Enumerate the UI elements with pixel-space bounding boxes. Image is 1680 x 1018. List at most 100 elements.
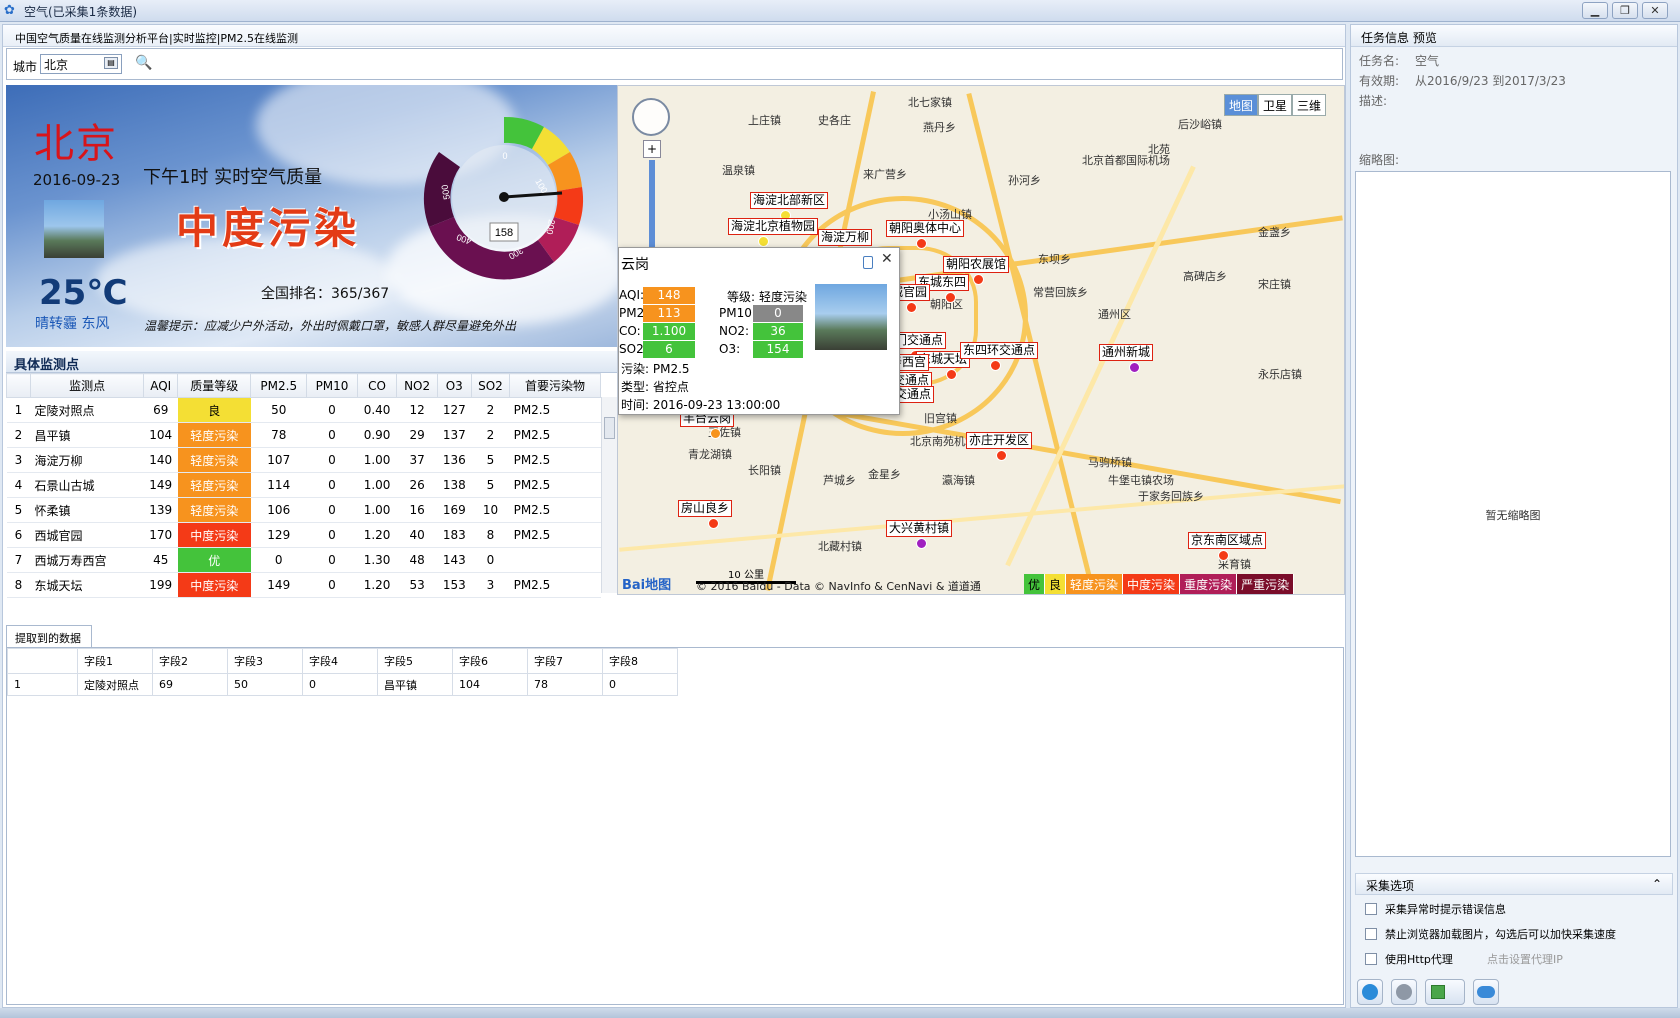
grid-cell[interactable]: 昌平镇 (377, 673, 453, 696)
station-label[interactable]: 朝阳农展馆 (943, 256, 1010, 273)
export-button[interactable] (1425, 979, 1465, 1005)
grid-column-header[interactable]: 字段2 (152, 648, 228, 674)
tab-extracted-data[interactable]: 提取到的数据 (6, 625, 92, 647)
station-marker[interactable] (946, 369, 957, 380)
grid-column-header[interactable]: 字段7 (527, 648, 603, 674)
app-icon: ✿ (4, 3, 15, 18)
minimize-button[interactable]: ▁ (1582, 2, 1608, 19)
grid-cell[interactable]: 0 (602, 673, 678, 696)
column-header[interactable] (6, 373, 31, 398)
city-picker-icon[interactable]: ▤ (104, 57, 118, 69)
column-header[interactable]: 监测点 (29, 373, 145, 398)
checkbox[interactable] (1365, 953, 1377, 965)
station-label[interactable]: 亦庄开发区 (966, 432, 1033, 449)
grid-column-header[interactable]: 字段1 (77, 648, 153, 674)
grid-cell[interactable]: 104 (452, 673, 528, 696)
station-marker[interactable] (1129, 362, 1140, 373)
station-marker[interactable] (990, 360, 1001, 371)
station-marker[interactable] (996, 450, 1007, 461)
baidu-map[interactable]: 北七家镇 温泉镇 上庄镇 史各庄 燕丹乡 北京首都国际机场 来广营乡 孙河乡 小汤山镇 北苑 金盏乡… (617, 85, 1345, 595)
cloud-upload-button[interactable] (1473, 979, 1499, 1005)
temperature: 25℃ (39, 273, 128, 313)
map-type-satellite[interactable]: 卫星 (1258, 94, 1293, 116)
station-label[interactable]: 房山良乡 (678, 500, 733, 517)
station-marker[interactable] (945, 292, 956, 303)
grid-cell[interactable]: 50 (227, 673, 303, 696)
cell-level: 中度污染 (177, 522, 251, 548)
table-row[interactable]: 6 西城官园 170 中度污染 129 0 1.20 40 183 8 PM2.5 (6, 522, 601, 548)
proxy-settings-link[interactable]: 点击设置代理IP (1487, 951, 1563, 967)
stop-button[interactable] (1391, 979, 1417, 1005)
table-row[interactable]: 7 西城万寿西宫 45 优 0 0 1.30 48 143 0 (6, 547, 601, 573)
station-marker[interactable] (708, 518, 719, 529)
station-label[interactable]: 通州新城 (1099, 344, 1154, 361)
station-label[interactable]: 海淀北部新区 (750, 192, 829, 209)
station-marker[interactable] (710, 428, 721, 439)
map-place-name: 燕丹乡 (923, 121, 956, 134)
collapse-icon[interactable]: ⌃ (1652, 877, 1662, 891)
table-row[interactable]: 8 东城天坛 199 中度污染 149 0 1.20 53 153 3 PM2.5 (6, 572, 601, 598)
station-marker[interactable] (973, 274, 984, 285)
column-header[interactable]: 首要污染物 (509, 373, 601, 398)
breadcrumb: 中国空气质量在线监测分析平台|实时监控|PM2.5在线监测 (3, 25, 1345, 47)
table-row[interactable]: 2 昌平镇 104 轻度污染 78 0 0.90 29 137 2 PM2.5 (6, 422, 601, 448)
grid-cell[interactable]: 78 (527, 673, 603, 696)
stations-scrollbar[interactable] (601, 397, 617, 593)
options-header[interactable]: 采集选项 ⌃ (1355, 873, 1673, 895)
option-http-proxy[interactable]: 使用Http代理 (1365, 951, 1453, 967)
column-header[interactable]: PM10 (306, 373, 358, 398)
station-label[interactable]: 海淀北京植物园 (728, 218, 819, 235)
grid-row[interactable]: 1 定陵对照点 69 50 0 昌平镇 104 78 0 (7, 673, 678, 696)
checkbox[interactable] (1365, 903, 1377, 915)
station-label[interactable]: 朝阳奥体中心 (886, 220, 965, 237)
station-marker[interactable] (916, 238, 927, 249)
zoom-slider[interactable] (649, 160, 655, 258)
restore-button[interactable]: ❐ (1612, 2, 1638, 19)
grid-cell[interactable]: 0 (302, 673, 378, 696)
station-label[interactable]: 京东南区域点 (1188, 532, 1267, 549)
search-icon[interactable]: 🔍 (135, 55, 152, 71)
table-row[interactable]: 4 石景山古城 149 轻度污染 114 0 1.00 26 138 5 PM2.5 (6, 472, 601, 498)
station-label[interactable]: 东四环交通点 (960, 342, 1039, 359)
popup-close-button[interactable]: ✕ (881, 251, 893, 267)
station-marker[interactable] (916, 538, 927, 549)
option-error-prompt[interactable]: 采集异常时提示错误信息 (1365, 901, 1506, 917)
grid-cell[interactable]: 69 (152, 673, 228, 696)
table-row[interactable]: 1 定陵对照点 69 良 50 0 0.40 12 127 2 PM2.5 (6, 397, 601, 423)
phone-icon[interactable] (863, 256, 873, 269)
station-label[interactable]: 海淀万柳 (818, 229, 873, 246)
column-header[interactable]: 质量等级 (177, 373, 252, 398)
column-header[interactable]: CO (356, 373, 398, 398)
column-header[interactable]: SO2 (470, 373, 511, 398)
station-marker[interactable] (758, 236, 769, 247)
column-header[interactable]: NO2 (396, 373, 438, 398)
map-type-3d[interactable]: 三维 (1292, 94, 1327, 116)
zoom-in-button[interactable]: + (643, 140, 661, 158)
column-header[interactable]: PM2.5 (250, 373, 308, 398)
station-marker[interactable] (906, 302, 917, 313)
grid-column-header[interactable]: 字段5 (377, 648, 453, 674)
checkbox[interactable] (1365, 928, 1377, 940)
grid-column-header[interactable]: 字段8 (602, 648, 678, 674)
task-valid-label: 有效期: (1359, 74, 1400, 88)
grid-column-header[interactable]: 字段6 (452, 648, 528, 674)
grid-column-header[interactable]: 字段3 (227, 648, 303, 674)
grid-cell[interactable]: 定陵对照点 (77, 673, 153, 696)
station-label[interactable]: 大兴黄村镇 (886, 520, 953, 537)
legend-item: 良 (1045, 574, 1067, 594)
cell-o3: 138 (437, 472, 472, 498)
column-header[interactable]: AQI (143, 373, 179, 398)
map-pan-control[interactable] (632, 98, 670, 136)
option-disable-images[interactable]: 禁止浏览器加载图片，勾选后可以加快采集速度 (1365, 926, 1616, 942)
station-marker[interactable] (1218, 550, 1229, 561)
table-row[interactable]: 3 海淀万柳 140 轻度污染 107 0 1.00 37 136 5 PM2.5 (6, 447, 601, 473)
map-type-map[interactable]: 地图 (1224, 94, 1259, 116)
aqi-legend: 优良轻度污染 中度污染 重度污染 严重污染 (1024, 574, 1295, 594)
close-button[interactable]: ✕ (1642, 2, 1668, 19)
cell-pm25: 50 (250, 397, 307, 423)
play-button[interactable] (1357, 979, 1383, 1005)
grid-column-header[interactable]: 字段4 (302, 648, 378, 674)
table-row[interactable]: 5 怀柔镇 139 轻度污染 106 0 1.00 16 169 10 PM2.5 (6, 497, 601, 523)
column-header[interactable]: O3 (436, 373, 472, 398)
options-title: 采集选项 (1366, 879, 1415, 893)
